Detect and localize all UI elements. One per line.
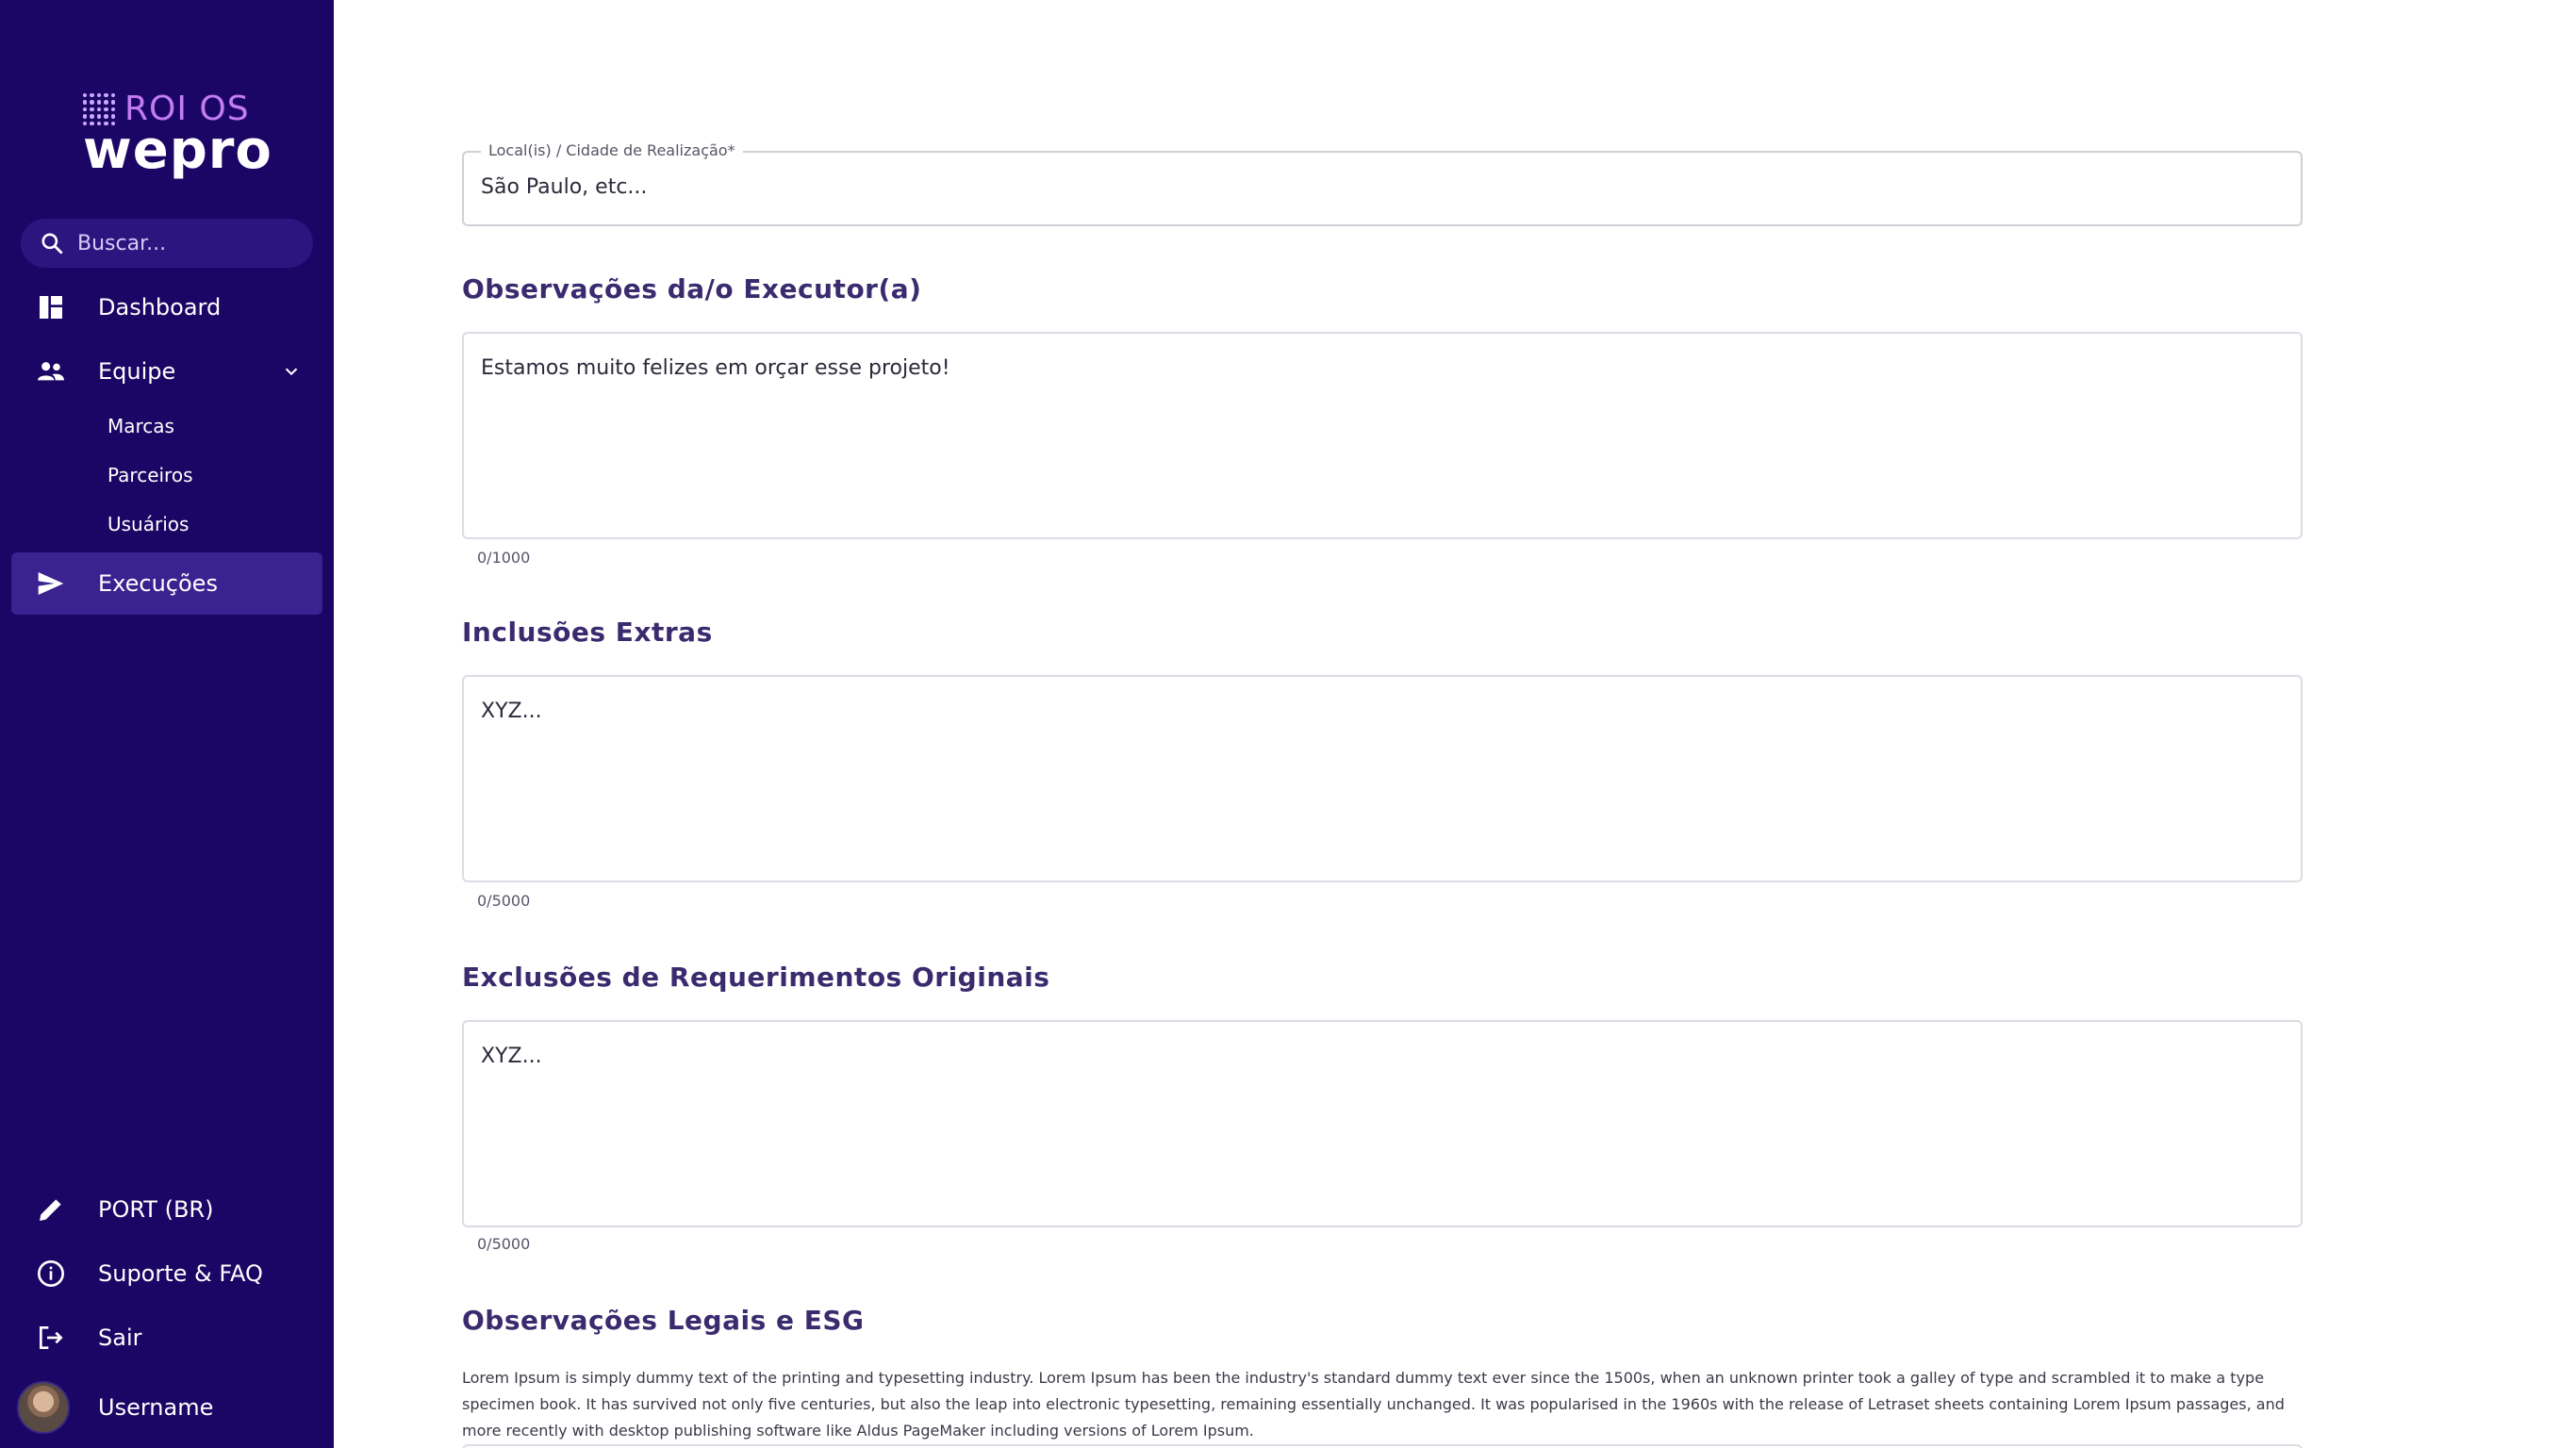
logout-icon	[21, 1323, 81, 1353]
nav-label-equipe: Equipe	[98, 358, 176, 385]
legais-box[interactable]	[462, 1444, 2303, 1448]
brand-logo[interactable]: ROI OS wepro	[83, 90, 272, 185]
nav-item-support[interactable]: Suporte & FAQ	[11, 1242, 322, 1305]
section-title-observacoes: Observações da/o Executor(a)	[462, 273, 922, 304]
inclusoes-box[interactable]: XYZ...	[462, 675, 2303, 882]
username-label: Username	[98, 1394, 214, 1421]
nav-item-language[interactable]: PORT (BR)	[11, 1178, 322, 1241]
main-content: Local(is) / Cidade de Realização* Observ…	[334, 0, 2576, 1448]
nav-item-dashboard[interactable]: Dashboard	[11, 276, 322, 338]
nav-sub-usuarios[interactable]: Usuários	[107, 513, 189, 535]
avatar[interactable]	[17, 1381, 70, 1434]
search-input[interactable]	[77, 231, 285, 255]
observacoes-textarea[interactable]: Estamos muito felizes em orçar esse proj…	[464, 334, 2301, 537]
search-bar[interactable]	[21, 219, 313, 268]
legal-description: Lorem Ipsum is simply dummy text of the …	[462, 1369, 2285, 1440]
location-field[interactable]: Local(is) / Cidade de Realização*	[462, 141, 2303, 226]
app-root: ROI OS wepro Dashboard Equipe Marcas	[0, 0, 2576, 1448]
nav-item-equipe[interactable]: Equipe	[11, 340, 322, 403]
nav-sub-parceiros[interactable]: Parceiros	[107, 464, 193, 486]
exclusoes-textarea[interactable]: XYZ...	[464, 1022, 2301, 1226]
exclusoes-counter: 0/5000	[477, 1235, 531, 1253]
sidebar: ROI OS wepro Dashboard Equipe Marcas	[0, 0, 334, 1448]
nav-label-logout: Sair	[98, 1325, 142, 1351]
chevron-down-icon[interactable]	[281, 361, 302, 382]
location-label: Local(is) / Cidade de Realização*	[481, 141, 743, 159]
observacoes-counter: 0/1000	[477, 549, 531, 567]
section-title-legais: Observações Legais e ESG	[462, 1305, 865, 1336]
brand-main: wepro	[83, 120, 272, 181]
location-input[interactable]	[481, 175, 2272, 199]
dashboard-icon	[21, 292, 81, 322]
search-icon	[41, 233, 63, 255]
nav-label-language: PORT (BR)	[98, 1196, 214, 1223]
nav-label-support: Suporte & FAQ	[98, 1260, 263, 1287]
exclusoes-box[interactable]: XYZ...	[462, 1020, 2303, 1227]
info-icon	[21, 1259, 81, 1289]
observacoes-box[interactable]: Estamos muito felizes em orçar esse proj…	[462, 332, 2303, 539]
inclusoes-counter: 0/5000	[477, 892, 531, 910]
people-icon	[21, 356, 81, 387]
nav-item-logout[interactable]: Sair	[11, 1307, 322, 1369]
inclusoes-textarea[interactable]: XYZ...	[464, 677, 2301, 880]
nav-label-dashboard: Dashboard	[98, 294, 222, 321]
nav-item-execucoes[interactable]: Execuções	[11, 552, 322, 615]
nav-sub-marcas[interactable]: Marcas	[107, 415, 174, 437]
nav-item-user[interactable]: Username	[11, 1376, 322, 1439]
section-title-exclusoes: Exclusões de Requerimentos Originais	[462, 962, 1050, 993]
section-title-inclusoes: Inclusões Extras	[462, 617, 713, 648]
nav-label-execucoes: Execuções	[98, 570, 218, 597]
pencil-icon	[21, 1194, 81, 1225]
send-icon	[21, 568, 81, 599]
